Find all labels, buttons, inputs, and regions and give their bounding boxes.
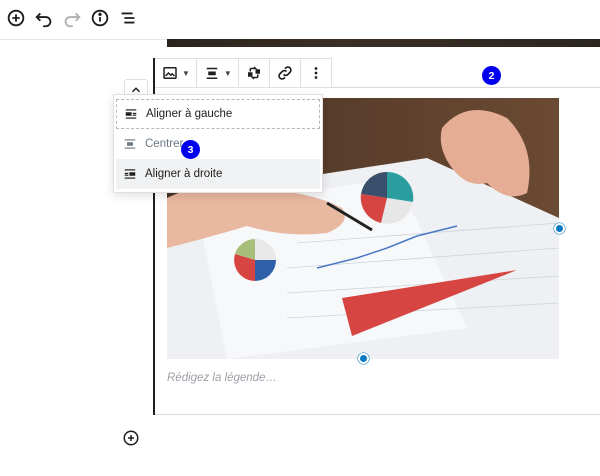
replace-icon <box>247 66 260 80</box>
plus-circle-icon <box>123 430 139 446</box>
block-top-border <box>322 87 600 88</box>
undo-icon <box>35 12 52 28</box>
align-center-option[interactable]: Centrer <box>116 129 320 159</box>
align-left-icon <box>125 109 137 119</box>
resize-handle-right[interactable] <box>554 223 565 234</box>
align-right-label: Aligner à droite <box>145 168 223 180</box>
caret-down-icon: ▼ <box>182 68 190 78</box>
redo-icon <box>64 12 81 28</box>
align-right-icon <box>124 169 136 179</box>
step-badge-2: 2 <box>482 66 501 85</box>
plus-circle-icon <box>7 9 25 27</box>
align-right-option[interactable]: Aligner à droite <box>116 159 320 189</box>
replace-image-button[interactable] <box>239 59 270 87</box>
align-dropdown-button[interactable]: ▼ <box>197 59 239 87</box>
image-icon <box>163 67 177 79</box>
outline-button[interactable] <box>114 4 142 32</box>
alignment-menu: Aligner à gauche Centrer Aligner à droit… <box>113 94 323 193</box>
add-block-button[interactable] <box>2 4 30 32</box>
more-options-button[interactable] <box>301 59 331 87</box>
align-center-icon <box>124 139 136 149</box>
info-button[interactable] <box>86 4 114 32</box>
caret-down-icon: ▼ <box>223 68 232 78</box>
caption-input[interactable]: Rédigez la légende… <box>167 372 277 384</box>
link-icon <box>278 66 292 80</box>
align-center-label: Centrer <box>145 138 184 150</box>
step-badge-3: 3 <box>181 140 200 159</box>
align-left-option[interactable]: Aligner à gauche <box>116 99 320 129</box>
block-toolbar: ▼ ▼ <box>155 58 332 88</box>
previous-block-image <box>167 39 600 47</box>
align-left-label: Aligner à gauche <box>146 108 233 120</box>
add-block-inline-button[interactable] <box>122 429 140 447</box>
editor-top-toolbar <box>0 0 600 36</box>
block-type-switcher[interactable]: ▼ <box>155 59 197 87</box>
info-icon <box>91 9 109 27</box>
more-vertical-icon <box>314 67 318 79</box>
redo-button[interactable] <box>58 4 86 32</box>
undo-button[interactable] <box>30 4 58 32</box>
insert-link-button[interactable] <box>270 59 301 87</box>
align-center-icon <box>206 67 218 79</box>
block-bottom-border <box>155 414 600 415</box>
list-outline-icon <box>121 12 135 24</box>
resize-handle-bottom[interactable] <box>358 353 369 364</box>
